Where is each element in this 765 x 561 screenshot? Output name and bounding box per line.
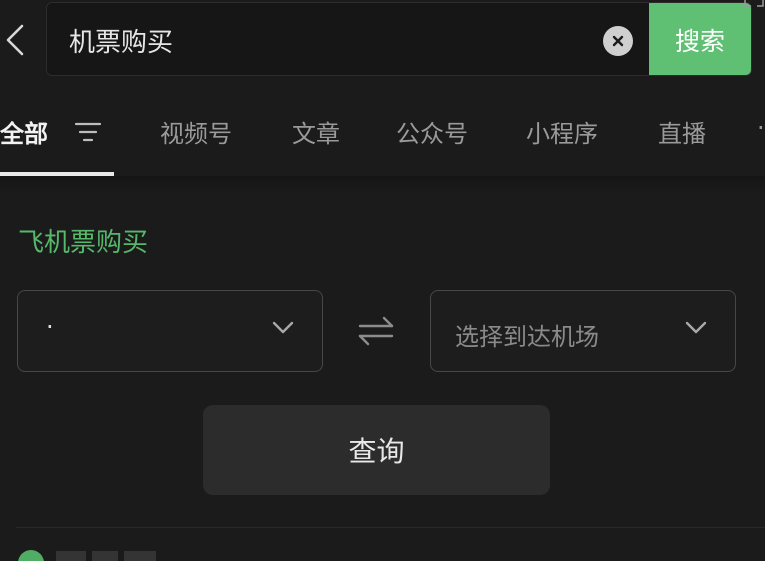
clear-search-button[interactable] — [603, 26, 633, 56]
tab-all[interactable]: 全部 — [0, 114, 48, 149]
chevron-down-icon — [272, 321, 294, 334]
departure-airport-select[interactable]: · — [17, 290, 323, 372]
tab-overflow-fragment: · — [757, 114, 765, 142]
back-button[interactable] — [0, 18, 30, 62]
search-results-page: 搜索 全部 视频号 文章 公众号 小程序 直播 · 飞机票购买 · — [0, 0, 765, 561]
tab-official-accounts[interactable]: 公众号 — [396, 114, 468, 149]
section-divider — [16, 527, 765, 528]
swap-icon[interactable] — [356, 314, 396, 348]
search-input[interactable] — [69, 3, 589, 75]
tab-mini-programs[interactable]: 小程序 — [526, 114, 598, 149]
tab-channels[interactable]: 视频号 — [160, 114, 232, 149]
search-button[interactable]: 搜索 — [649, 3, 751, 75]
search-box: 搜索 — [46, 2, 752, 76]
tab-bar-shadow — [0, 176, 765, 194]
cropped-service-label — [56, 551, 156, 561]
clear-icon — [612, 35, 624, 47]
tab-live[interactable]: 直播 — [658, 114, 706, 149]
filter-icon[interactable] — [74, 120, 102, 144]
card-title[interactable]: 飞机票购买 — [18, 222, 148, 259]
arrival-airport-placeholder: 选择到达机场 — [455, 323, 599, 351]
arrival-airport-select[interactable]: 选择到达机场 — [430, 290, 736, 372]
tab-bar: 全部 视频号 文章 公众号 小程序 直播 · — [0, 96, 765, 176]
query-button[interactable]: 查询 — [203, 405, 550, 495]
departure-airport-value: · — [46, 313, 54, 341]
chevron-left-icon — [6, 24, 24, 56]
corner-bracket-icon — [744, 0, 764, 7]
chevron-down-icon — [685, 321, 707, 334]
service-logo-icon — [18, 550, 44, 561]
tab-articles[interactable]: 文章 — [292, 114, 340, 149]
